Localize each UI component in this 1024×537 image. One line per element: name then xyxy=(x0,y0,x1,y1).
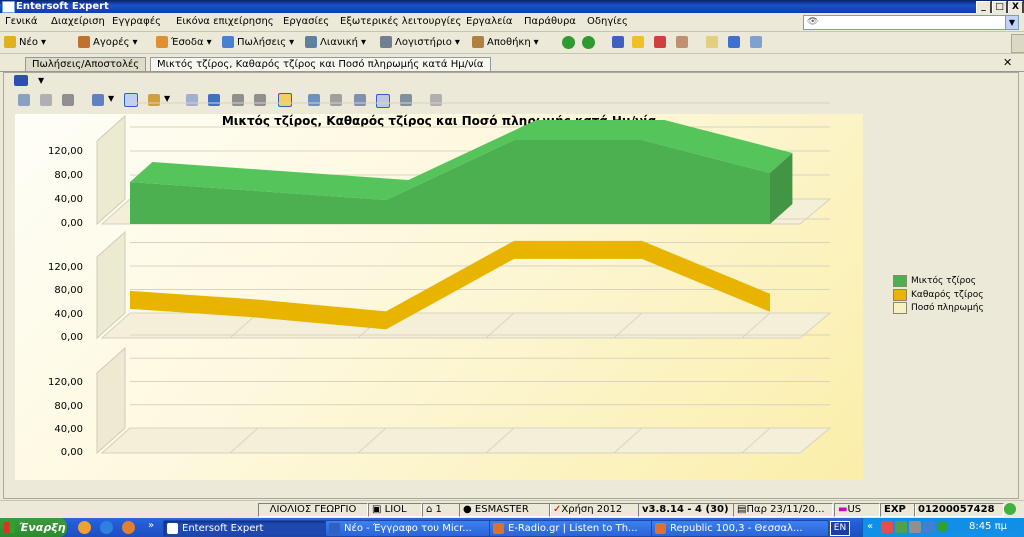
status-user: ΛΙΟΛΙΟΣ ΓΕΩΡΓΙΟ xyxy=(258,503,368,517)
quicklaunch-firefox-icon[interactable] xyxy=(122,521,135,534)
legend-item-gross: Μικτός τζίρος xyxy=(893,275,976,287)
y-tick-label: 0,00 xyxy=(60,218,83,229)
company-icon: ▣ xyxy=(372,504,385,515)
status-db-label: ESMASTER xyxy=(474,504,529,515)
task-label: Republic 100,3 - Θεσσαλ... xyxy=(670,523,803,534)
legend-swatch xyxy=(893,302,907,314)
task-icon xyxy=(329,523,340,534)
task-icon xyxy=(167,523,178,534)
y-tick-label: 40,00 xyxy=(54,308,83,320)
status-company: ▣ LIOL xyxy=(368,503,422,517)
tray-update-icon[interactable] xyxy=(923,521,935,533)
y-tick-label: 40,00 xyxy=(54,423,83,435)
legend-swatch xyxy=(893,289,907,301)
db-icon: ● xyxy=(463,504,475,515)
legend-swatch xyxy=(893,275,907,287)
tray-expand-icon[interactable]: « xyxy=(867,521,873,532)
y-tick-label: 0,00 xyxy=(60,447,83,458)
y-tick-label: 80,00 xyxy=(54,400,83,412)
status-company-label: LIOL xyxy=(384,504,407,515)
y-tick-label: 120,00 xyxy=(48,377,83,389)
start-label: Έναρξη xyxy=(19,521,66,534)
status-date: ▤Παρ 23/11/20... xyxy=(733,503,833,517)
task-label: Entersoft Expert xyxy=(182,523,264,534)
language-indicator[interactable]: EN xyxy=(830,521,850,536)
status-date-label: Παρ 23/11/20... xyxy=(746,504,825,515)
status-language: ▬US xyxy=(834,503,880,517)
task-eradio[interactable]: E-Radio.gr | Listen to Th... xyxy=(489,520,659,537)
task-label: E-Radio.gr | Listen to Th... xyxy=(508,523,638,534)
clock[interactable]: 8:45 πμ xyxy=(969,521,1007,532)
system-tray: « 8:45 πμ xyxy=(862,518,1024,537)
windows-logo-icon xyxy=(4,522,15,533)
y-tick-label: 120,00 xyxy=(48,146,83,157)
branch-icon: ⌂ xyxy=(426,504,436,515)
status-bar: ΛΙΟΛΙΟΣ ΓΕΩΡΓΙΟ ▣ LIOL ⌂ 1 ● ESMASTER ✓Χ… xyxy=(0,500,1024,518)
y-tick-label: 80,00 xyxy=(54,285,83,296)
tray-network-icon[interactable] xyxy=(895,521,907,533)
status-fiscal-year-label: Χρήση 2012 xyxy=(561,504,623,515)
status-db: ● ESMASTER xyxy=(459,503,551,517)
y-tick-label: 0,00 xyxy=(60,332,83,343)
quicklaunch-more-icon[interactable]: » xyxy=(148,520,154,531)
quicklaunch-messenger-icon[interactable] xyxy=(78,521,91,534)
chart-svg xyxy=(96,102,832,455)
legend-label: Ποσό πληρωμής xyxy=(911,303,984,313)
status-branch: ⌂ 1 xyxy=(422,503,460,517)
tray-status-icon[interactable] xyxy=(937,521,948,532)
chart-floor xyxy=(100,312,832,339)
connection-status-icon xyxy=(1004,503,1016,515)
task-label: Νέο - Έγγραφο του Micr... xyxy=(344,523,472,534)
tray-antivirus-icon[interactable] xyxy=(881,521,893,533)
task-icon xyxy=(655,523,666,534)
y-tick-label: 120,00 xyxy=(48,261,83,273)
status-branch-label: 1 xyxy=(435,504,442,515)
status-serial: 01200057428 xyxy=(914,503,1004,517)
y-tick-label: 80,00 xyxy=(54,170,83,181)
legend-item-net: Καθαρός τζίρος xyxy=(893,289,984,301)
start-button[interactable]: Έναρξη xyxy=(0,518,67,537)
task-icon xyxy=(493,523,504,534)
legend-item-payment: Ποσό πληρωμής xyxy=(893,302,984,314)
legend-label: Μικτός τζίρος xyxy=(911,276,977,286)
status-language-label: US xyxy=(847,504,862,515)
task-republic[interactable]: Republic 100,3 - Θεσσαλ... xyxy=(651,520,829,537)
status-fiscal-year: ✓Χρήση 2012 xyxy=(549,503,639,517)
status-mode: EXP xyxy=(880,503,916,517)
quicklaunch-ie-icon[interactable] xyxy=(100,521,113,534)
task-entersoft[interactable]: Entersoft Expert xyxy=(163,520,331,537)
y-tick-label: 40,00 xyxy=(54,194,83,205)
status-version: v3.8.14 - 4 (30) xyxy=(638,503,734,517)
task-word[interactable]: Νέο - Έγγραφο του Micr... xyxy=(325,520,499,537)
chart-floor xyxy=(100,427,832,454)
legend-label: Καθαρός τζίρος xyxy=(911,290,984,300)
tray-printer-icon[interactable] xyxy=(909,521,921,533)
